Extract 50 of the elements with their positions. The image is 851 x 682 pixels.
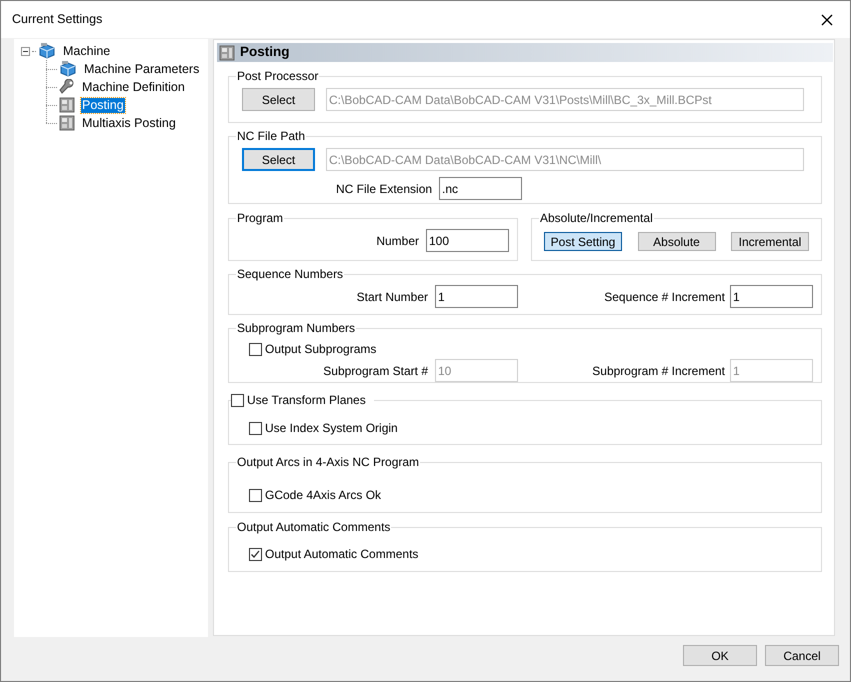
checkbox-label: Use Transform Planes — [247, 392, 366, 409]
window-title: Current Settings — [12, 11, 102, 28]
tree-item[interactable]: Machine Definition — [81, 80, 186, 94]
machine-icon — [59, 61, 77, 77]
tree-item[interactable]: Posting — [81, 98, 125, 112]
close-icon[interactable] — [821, 14, 833, 26]
field-label: Sequence # Increment — [604, 288, 725, 306]
group-label: Absolute/Incremental — [539, 210, 654, 227]
group-label: NC File Path — [236, 128, 306, 145]
tree-item[interactable]: Multiaxis Posting — [81, 116, 177, 130]
collapse-icon[interactable] — [21, 46, 30, 56]
dialog-button[interactable]: Cancel — [765, 645, 839, 666]
wrench-icon — [59, 79, 75, 95]
panel-title: Posting — [240, 43, 290, 62]
checkbox[interactable] — [249, 422, 262, 434]
select-button[interactable]: Select — [242, 88, 315, 111]
mode-button[interactable]: Incremental — [731, 232, 809, 251]
tree-item[interactable]: Machine Parameters — [83, 62, 200, 76]
panel-icon — [219, 44, 235, 60]
mode-button[interactable]: Post Setting — [544, 232, 622, 251]
group-label: Sequence Numbers — [236, 266, 344, 283]
group-label: Subprogram Numbers — [236, 320, 356, 337]
mode-button[interactable]: Absolute — [638, 232, 716, 251]
panel-icon — [59, 115, 75, 131]
group-label: Program — [236, 210, 284, 227]
checkbox[interactable] — [231, 394, 244, 406]
checkbox-label: Use Index System Origin — [265, 420, 398, 437]
group-label: Post Processor — [236, 68, 320, 85]
text-field[interactable]: 1 — [435, 285, 518, 308]
checkbox[interactable] — [249, 488, 262, 502]
text-field[interactable]: 100 — [426, 229, 509, 252]
field-label: NC File Extension — [336, 180, 432, 198]
field-label: Number — [376, 232, 419, 250]
group-label: Output Arcs in 4-Axis NC Program — [236, 454, 420, 471]
checkbox-label: GCode 4Axis Arcs Ok — [265, 487, 382, 504]
tree-item[interactable]: Machine — [62, 44, 112, 58]
text-field[interactable]: .nc — [439, 177, 522, 200]
field-label: Start Number — [356, 288, 428, 306]
field-label: Subprogram # Increment — [592, 362, 725, 380]
checkbox-label: Output Automatic Comments — [265, 546, 418, 563]
checkbox[interactable] — [249, 548, 262, 560]
panel-icon — [59, 97, 75, 113]
select-button[interactable]: Select — [242, 148, 315, 171]
text-field[interactable]: 1 — [730, 285, 813, 308]
machine-icon — [38, 43, 56, 59]
dialog-button[interactable]: OK — [683, 645, 757, 666]
checkbox-label: Output Subprograms — [265, 341, 376, 358]
field-label: Subprogram Start # — [323, 362, 428, 380]
group-label: Output Automatic Comments — [236, 519, 392, 536]
checkbox[interactable] — [249, 342, 262, 356]
